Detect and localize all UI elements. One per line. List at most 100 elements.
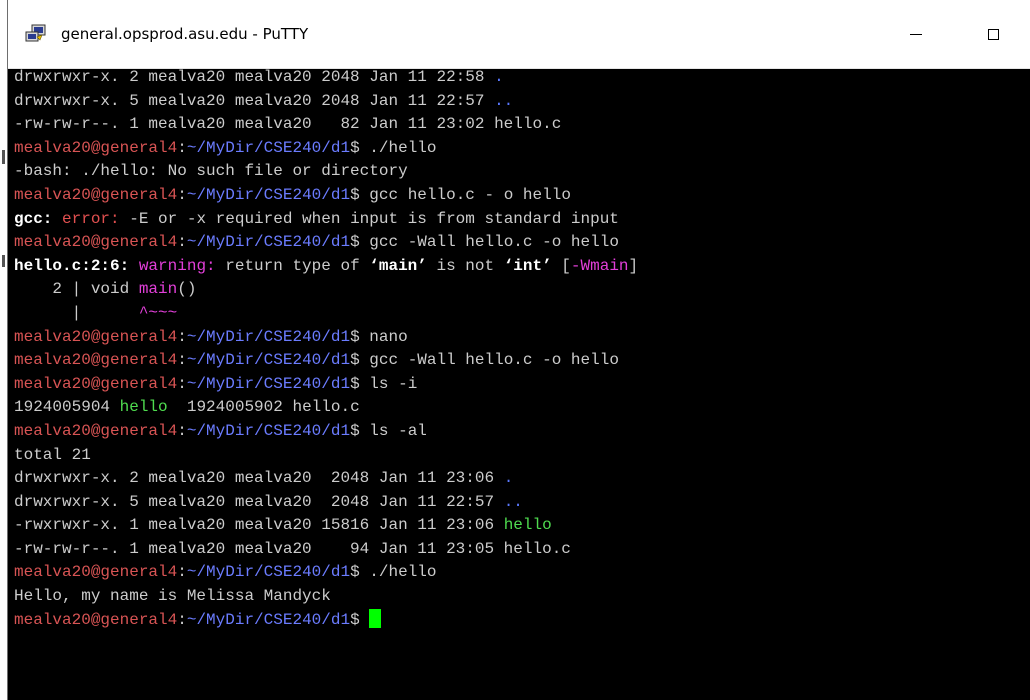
executable-name: hello <box>503 516 552 535</box>
output-text: -rw-rw-r--. 1 mealva20 mealva20 94 Jan 1… <box>14 539 571 558</box>
prompt-user: mealva20@general4 <box>14 233 178 252</box>
prompt-symbol: $ <box>350 327 370 346</box>
prompt-path: ~/MyDir/CSE240/d1 <box>186 563 351 582</box>
warning-flag: -Wmain <box>570 256 629 275</box>
command-text: nano <box>369 327 408 346</box>
prompt-colon: : <box>177 610 187 629</box>
directory-name: .. <box>494 91 514 110</box>
terminal-line: mealva20@general4:~/MyDir/CSE240/d1$ gcc… <box>14 231 1024 255</box>
terminal-line: -bash: ./hello: No such file or director… <box>14 160 1024 184</box>
terminal-line: mealva20@general4:~/MyDir/CSE240/d1$ gcc… <box>14 184 1024 208</box>
minimize-button[interactable] <box>893 14 939 54</box>
prompt-path: ~/MyDir/CSE240/d1 <box>186 327 351 346</box>
warning-quoted: ‘main’ <box>369 256 427 275</box>
warning-text: return type of <box>215 256 370 275</box>
putty-window: general.opsprod.asu.edu - PuTTY drwxrwxr… <box>7 0 1030 700</box>
warning-location: hello.c:2:6: <box>14 256 139 275</box>
directory-name: .. <box>503 492 523 511</box>
prompt-colon: : <box>177 327 187 346</box>
command-text: ./hello <box>369 138 437 157</box>
warning-quoted: ‘int’ <box>503 256 552 275</box>
prompt-path: ~/MyDir/CSE240/d1 <box>186 610 351 629</box>
terminal-line: -rw-rw-r--. 1 mealva20 mealva20 94 Jan 1… <box>14 538 1024 562</box>
minimize-icon <box>910 33 922 35</box>
prompt-symbol: $ <box>350 374 370 393</box>
command-text: ./hello <box>369 563 437 582</box>
terminal-line: mealva20@general4:~/MyDir/CSE240/d1$ ls … <box>14 373 1024 397</box>
prompt-symbol: $ <box>350 421 370 440</box>
terminal-line: 2 | void main() <box>14 278 1024 302</box>
caret-marker: ^~~~ <box>138 303 178 322</box>
listing-text: drwxrwxr-x. 2 mealva20 mealva20 2048 Jan… <box>14 68 495 86</box>
error-message: -E or -x required when input is from sta… <box>119 209 619 228</box>
command-text: ls -i <box>369 374 418 393</box>
warning-text: [ <box>551 256 571 275</box>
prompt-user: mealva20@general4 <box>14 327 178 346</box>
prompt-user: mealva20@general4 <box>14 374 178 393</box>
warning-label: warning: <box>138 256 216 275</box>
prompt-symbol: $ <box>350 351 370 370</box>
prompt-colon: : <box>177 138 187 157</box>
prompt-path: ~/MyDir/CSE240/d1 <box>186 233 351 252</box>
caret-line: | <box>14 303 139 322</box>
prompt-path: ~/MyDir/CSE240/d1 <box>186 374 351 393</box>
inode-text: 1924005904 <box>14 398 120 417</box>
listing-text: drwxrwxr-x. 5 mealva20 mealva20 2048 Jan… <box>14 91 495 110</box>
command-text: gcc hello.c - o hello <box>369 185 571 204</box>
source-line: 2 | void <box>14 280 139 299</box>
prompt-user: mealva20@general4 <box>14 351 178 370</box>
terminal-line: hello.c:2:6: warning: return type of ‘ma… <box>14 255 1024 279</box>
prompt-symbol: $ <box>350 233 370 252</box>
terminal-line: drwxrwxr-x. 2 mealva20 mealva20 2048 Jan… <box>14 467 1024 491</box>
prompt-path: ~/MyDir/CSE240/d1 <box>186 138 351 157</box>
terminal-line: total 21 <box>14 444 1024 468</box>
prompt-colon: : <box>177 421 187 440</box>
listing-text: drwxrwxr-x. 2 mealva20 mealva20 2048 Jan… <box>14 469 504 488</box>
terminal-line: mealva20@general4:~/MyDir/CSE240/d1$ ./h… <box>14 561 1024 585</box>
background-window-edge <box>2 255 5 267</box>
prompt-path: ~/MyDir/CSE240/d1 <box>186 351 351 370</box>
prompt-user: mealva20@general4 <box>14 563 178 582</box>
directory-name: . <box>494 68 504 86</box>
output-text: -rw-rw-r--. 1 mealva20 mealva20 82 Jan 1… <box>14 115 562 134</box>
source-highlight: main <box>138 280 178 299</box>
prompt-user: mealva20@general4 <box>14 421 178 440</box>
error-label: error: <box>62 209 120 228</box>
output-text: -bash: ./hello: No such file or director… <box>14 162 408 181</box>
terminal-line: mealva20@general4:~/MyDir/CSE240/d1$ nan… <box>14 326 1024 350</box>
prompt-colon: : <box>177 185 187 204</box>
terminal-line: mealva20@general4:~/MyDir/CSE240/d1$ <box>14 608 1024 633</box>
listing-text: drwxrwxr-x. 5 mealva20 mealva20 2048 Jan… <box>14 492 504 511</box>
title-bar[interactable]: general.opsprod.asu.edu - PuTTY <box>8 0 1030 69</box>
terminal-line: Hello, my name is Melissa Mandyck <box>14 585 1024 609</box>
terminal-output[interactable]: drwxrwxr-x. 2 mealva20 mealva20 2048 Jan… <box>14 66 1024 700</box>
source-line: () <box>177 280 197 299</box>
output-text: Hello, my name is Melissa Mandyck <box>14 587 331 606</box>
terminal-line: | ^~~~ <box>14 302 1024 326</box>
prompt-colon: : <box>177 563 187 582</box>
listing-text: -rwxrwxr-x. 1 mealva20 mealva20 15816 Ja… <box>14 516 504 535</box>
maximize-icon <box>987 28 999 40</box>
prompt-symbol: $ <box>350 563 370 582</box>
terminal-line: drwxrwxr-x. 5 mealva20 mealva20 2048 Jan… <box>14 90 1024 114</box>
prompt-path: ~/MyDir/CSE240/d1 <box>186 421 351 440</box>
putty-icon[interactable] <box>25 24 47 44</box>
prompt-path: ~/MyDir/CSE240/d1 <box>186 185 351 204</box>
prompt-user: mealva20@general4 <box>14 610 178 629</box>
maximize-button[interactable] <box>970 14 1016 54</box>
inode-text: 1924005902 hello.c <box>167 398 360 417</box>
prompt-colon: : <box>177 351 187 370</box>
terminal-line: drwxrwxr-x. 5 mealva20 mealva20 2048 Jan… <box>14 491 1024 515</box>
terminal-cursor <box>369 608 382 628</box>
terminal-line: 1924005904 hello 1924005902 hello.c <box>14 396 1024 420</box>
prompt-colon: : <box>177 374 187 393</box>
warning-text: is not <box>426 256 504 275</box>
error-prefix: gcc: <box>14 209 63 228</box>
output-text: total 21 <box>14 445 91 464</box>
command-text: gcc -Wall hello.c -o hello <box>369 233 619 252</box>
prompt-user: mealva20@general4 <box>14 185 178 204</box>
terminal-line: drwxrwxr-x. 2 mealva20 mealva20 2048 Jan… <box>14 66 1024 90</box>
window-title: general.opsprod.asu.edu - PuTTY <box>61 25 309 43</box>
prompt-symbol: $ <box>350 138 370 157</box>
terminal-line: gcc: error: -E or -x required when input… <box>14 208 1024 232</box>
